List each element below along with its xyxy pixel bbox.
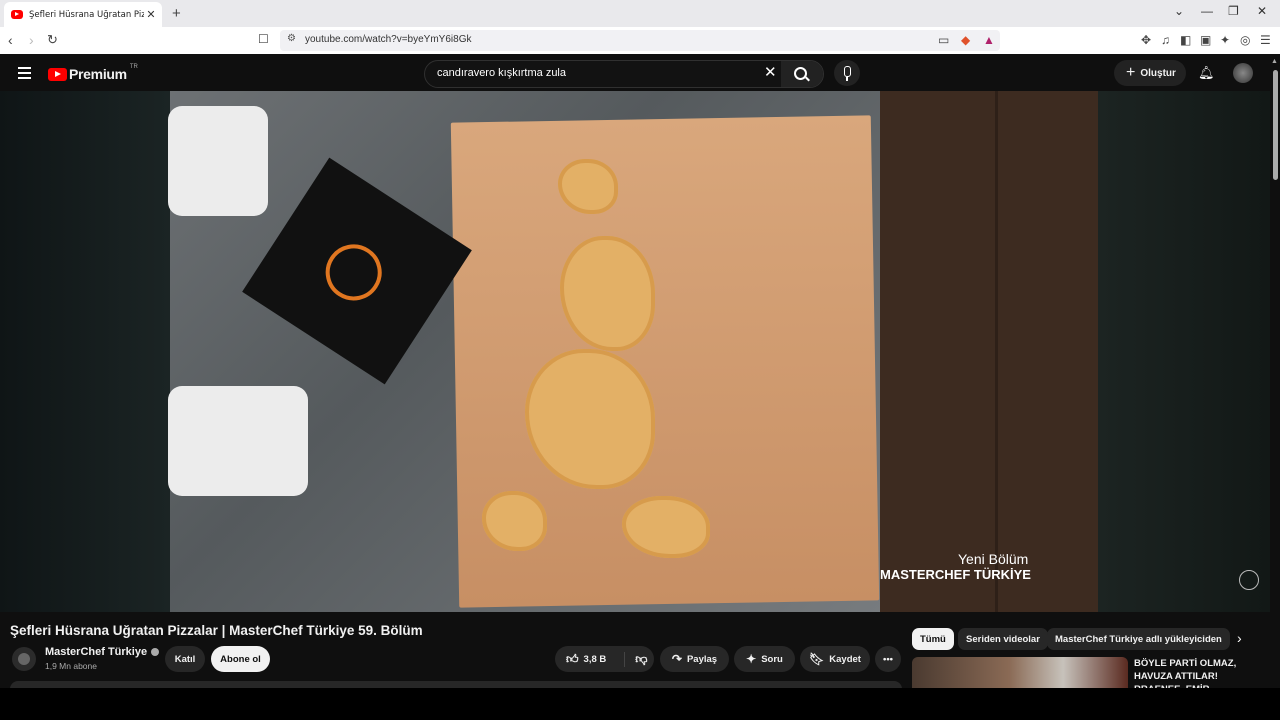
share-label: Paylaş: [686, 653, 718, 665]
chef-sleeve-image: [168, 386, 308, 496]
account-avatar[interactable]: [1233, 63, 1253, 83]
back-icon[interactable]: ‹: [8, 32, 13, 48]
brave-shield-icon[interactable]: ◆: [961, 33, 970, 47]
video-scene-left: [0, 91, 170, 612]
forward-icon[interactable]: ›: [29, 32, 34, 48]
page-scrollbar[interactable]: ▲: [1270, 54, 1280, 688]
address-bar-row: ‹ › ↻ ☐ ⚙ youtube.com/watch?v=byeYmY6i8G…: [0, 27, 1280, 55]
rewards-icon[interactable]: ▲: [983, 33, 995, 47]
site-info-icon[interactable]: ⚙: [287, 33, 296, 44]
browser-tab[interactable]: Şefleri Hüsrana Uğratan Pizzalar ✕: [4, 2, 162, 27]
more-actions-button[interactable]: •••: [875, 646, 901, 672]
watermark-show-name: MASTERCHEF TÜRKİYE: [880, 567, 1031, 582]
video-title: Şefleri Hüsrana Uğratan Pizzalar | Maste…: [10, 623, 423, 638]
tab-list-icon[interactable]: ⌄: [1174, 4, 1184, 18]
youtube-favicon-icon: [11, 10, 23, 19]
url-field[interactable]: ⚙ youtube.com/watch?v=byeYmY6i8Gk: [280, 30, 1000, 51]
video-scene-right: [1098, 91, 1270, 612]
maximize-button[interactable]: ❐: [1228, 4, 1239, 18]
new-tab-button[interactable]: +: [172, 5, 181, 22]
share-button[interactable]: ↷ Paylaş: [660, 646, 729, 672]
join-button[interactable]: Katıl: [165, 646, 205, 672]
share-icon: ↷: [671, 652, 682, 666]
menu-icon[interactable]: ☰: [1260, 33, 1271, 47]
bookmark-save-icon: 🔖︎: [809, 652, 825, 666]
wallet-icon[interactable]: ▣: [1200, 33, 1211, 47]
youtube-header: Premium TR ✕ + Oluştur 🔔︎: [0, 54, 1280, 91]
masterchef-logo-icon: [314, 233, 393, 312]
channel-avatar[interactable]: [12, 647, 36, 671]
like-icon[interactable]: 👍︎: [566, 652, 579, 667]
notifications-bell-icon[interactable]: 🔔︎: [1198, 65, 1215, 81]
save-button[interactable]: 🔖︎ Kaydet: [800, 646, 870, 672]
url-text: youtube.com/watch?v=byeYmY6i8Gk: [305, 34, 472, 45]
search-button[interactable]: [781, 61, 823, 87]
youtube-play-icon: [48, 67, 67, 81]
scroll-up-icon[interactable]: ▲: [1271, 58, 1278, 65]
watermark-new-episode: Yeni Bölüm: [958, 551, 1029, 567]
subscriber-count: 1,9 Mn abone: [45, 661, 97, 671]
tab-close-icon[interactable]: ✕: [144, 8, 158, 21]
search-box: ✕: [424, 60, 824, 88]
ask-button[interactable]: ✦ Soru: [734, 646, 795, 672]
search-icon: [794, 67, 807, 80]
scrollbar-thumb[interactable]: [1273, 70, 1278, 180]
clear-search-icon[interactable]: ✕: [764, 63, 777, 81]
vpn-icon[interactable]: ◎: [1240, 33, 1250, 47]
like-count[interactable]: 3,8 B: [584, 654, 607, 665]
voice-search-icon[interactable]: [834, 60, 860, 86]
cast-icon[interactable]: ▭: [938, 33, 949, 47]
hamburger-menu-icon[interactable]: [18, 67, 31, 82]
chip-series[interactable]: Seriden videolar: [958, 628, 1048, 650]
chef-sleeve-image: [168, 106, 268, 216]
plus-icon: +: [1126, 64, 1136, 81]
close-window-button[interactable]: ✕: [1257, 4, 1267, 18]
sparkle-icon: ✦: [746, 652, 757, 666]
bookmark-icon[interactable]: ☐: [258, 32, 269, 46]
minimize-button[interactable]: —: [1201, 4, 1213, 18]
more-icon: •••: [883, 653, 893, 665]
media-icon[interactable]: ♫: [1161, 33, 1170, 47]
dislike-icon[interactable]: 👎︎: [624, 651, 647, 667]
save-label: Kaydet: [829, 653, 861, 665]
like-dislike-group: 👍︎ 3,8 B 👎︎: [555, 646, 654, 672]
extensions-icon[interactable]: ✥: [1141, 33, 1151, 47]
channel-name-text: MasterChef Türkiye: [45, 646, 148, 658]
chip-uploader[interactable]: MasterChef Türkiye adlı yükleyiciden: [1047, 628, 1230, 650]
chevron-right-icon[interactable]: ›: [1237, 630, 1242, 646]
channel-name[interactable]: MasterChef Türkiye: [45, 646, 160, 658]
ask-label: Soru: [761, 653, 783, 665]
search-input[interactable]: [435, 66, 759, 80]
create-label: Oluştur: [1140, 67, 1176, 79]
reload-icon[interactable]: ↻: [47, 32, 58, 48]
video-scene-floor: [880, 91, 1098, 612]
video-player[interactable]: Yeni Bölüm MASTERCHEF TÜRKİYE: [0, 91, 1270, 612]
leo-icon[interactable]: ✦: [1220, 33, 1230, 47]
sidebar-icon[interactable]: ◧: [1180, 33, 1191, 47]
tab-title: Şefleri Hüsrana Uğratan Pizzalar: [29, 9, 144, 20]
logo-text: Premium: [69, 66, 127, 82]
country-code: TR: [129, 64, 138, 70]
youtube-premium-logo[interactable]: Premium TR: [48, 64, 138, 82]
verified-icon: [151, 648, 160, 657]
taskbar-area: [0, 688, 1280, 720]
browser-tab-bar: Şefleri Hüsrana Uğratan Pizzalar ✕ + ⌄ —…: [0, 0, 1280, 27]
chip-all[interactable]: Tümü: [912, 628, 954, 650]
create-button[interactable]: + Oluştur: [1114, 60, 1186, 86]
subscribe-button[interactable]: Abone ol: [211, 646, 270, 672]
channel-watermark-icon[interactable]: [1239, 570, 1259, 590]
